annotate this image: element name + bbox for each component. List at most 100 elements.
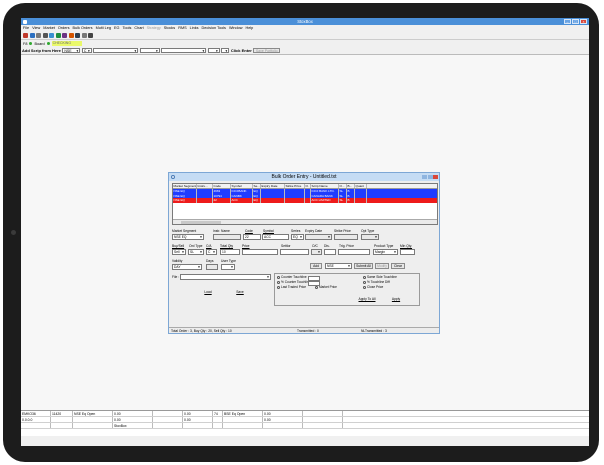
table-cell: ACC LIMITED — [311, 198, 339, 203]
modify-button[interactable]: Modify — [375, 263, 389, 269]
grid-column-header[interactable]: B... — [347, 184, 355, 188]
status-strip: F8 Board CHECKING — [21, 40, 589, 47]
radio-option[interactable]: Market Price — [315, 285, 337, 290]
ca-label: C/A — [206, 244, 212, 248]
file-select[interactable] — [180, 274, 271, 280]
radio-icon[interactable] — [277, 280, 280, 284]
total-qty-field[interactable]: 10 — [220, 249, 240, 255]
instr-name-label: Instr. Name — [213, 229, 230, 233]
copy-icon[interactable] — [49, 32, 54, 38]
user-type-select[interactable] — [221, 264, 235, 270]
ca-select[interactable]: C — [206, 249, 217, 255]
buy-sell-select[interactable]: Sell — [172, 249, 186, 255]
maximize-icon[interactable]: □ — [572, 19, 579, 24]
minimize-icon[interactable]: – — [564, 19, 571, 24]
board-label[interactable]: Board — [34, 42, 44, 46]
grid-column-header[interactable]: Expiry Date — [261, 184, 285, 188]
grid-column-header[interactable]: Symbol — [231, 184, 253, 188]
exchange-select[interactable]: NSE — [62, 47, 81, 54]
close-icon[interactable] — [88, 32, 93, 38]
days-field[interactable] — [206, 264, 218, 270]
grid-column-header[interactable]: Scrip Name — [311, 184, 339, 188]
add-scrip-label: Add Scrip from Here — [22, 48, 61, 53]
grid-icon[interactable] — [62, 32, 67, 38]
clear-button[interactable]: Clear — [391, 263, 405, 269]
open-icon[interactable] — [29, 32, 35, 38]
grid-column-header[interactable]: Quant — [355, 184, 367, 188]
f8-label[interactable]: F8 — [23, 42, 27, 46]
opt-type-select[interactable] — [361, 234, 379, 240]
add-button[interactable]: Add — [310, 263, 322, 269]
grid-column-header[interactable]: Code — [213, 184, 231, 188]
grid-column-header[interactable]: O... — [339, 184, 347, 188]
radio-icon[interactable] — [363, 285, 366, 289]
table-row[interactable]: NSE EQ 22 ACC EQ ACC LIMITED SL B — [173, 198, 437, 203]
settlor-exchange-select[interactable]: NSE — [325, 263, 352, 269]
scroll-thumb[interactable] — [181, 221, 221, 224]
radio-option[interactable]: Close Price — [363, 285, 397, 290]
new-icon[interactable] — [23, 32, 28, 38]
save-portfolio-button[interactable]: Save Portfolio — [253, 47, 281, 54]
ticker-cell — [73, 417, 113, 422]
radio-icon[interactable] — [277, 275, 280, 279]
segment-select[interactable]: C — [81, 47, 92, 54]
chart-icon[interactable] — [55, 32, 61, 38]
print-icon[interactable] — [42, 32, 48, 38]
code-field[interactable]: 22 — [243, 234, 261, 240]
ticker-cell — [153, 411, 183, 416]
price-field[interactable] — [242, 249, 278, 255]
min-qty-field[interactable] — [400, 249, 415, 255]
symbol-select[interactable] — [139, 47, 160, 54]
radio-icon[interactable] — [363, 280, 366, 284]
validity-select[interactable]: DAY — [172, 264, 202, 270]
grid-column-header[interactable]: Strike Price — [285, 184, 305, 188]
radio-icon[interactable] — [277, 285, 280, 289]
ticker-cell — [223, 417, 263, 422]
cross-icon[interactable] — [81, 32, 87, 38]
strike-price-field[interactable] — [334, 234, 358, 240]
submit-all-button[interactable]: Submit All — [354, 263, 373, 269]
expiry-date-select[interactable] — [305, 234, 332, 240]
save-button[interactable]: Save — [229, 290, 251, 296]
symbol-field[interactable]: ACC — [262, 234, 289, 240]
grid-hscrollbar[interactable] — [173, 219, 437, 224]
instrument-select[interactable] — [93, 47, 139, 54]
close-icon[interactable]: × — [580, 19, 587, 24]
apply-button[interactable]: Apply — [388, 297, 404, 303]
dis-field[interactable] — [324, 249, 336, 255]
market-segment-label: Market Segment — [172, 229, 197, 233]
series-select[interactable]: EQ — [291, 234, 304, 240]
product-type-label: Product Type — [374, 244, 394, 248]
dialog-maximize-icon[interactable] — [427, 174, 433, 179]
radio-option[interactable]: Last Traded Price — [277, 285, 310, 290]
apply-to-all-button[interactable]: Apply To All — [355, 297, 379, 303]
trg-price-field[interactable] — [338, 249, 370, 255]
option-select[interactable] — [221, 47, 230, 54]
toolbar — [21, 31, 589, 40]
radio-label: % Counter Touchline — [281, 280, 311, 284]
ticker-cell: 11420 — [51, 411, 73, 416]
save-icon[interactable] — [36, 32, 41, 38]
series-select[interactable] — [161, 47, 207, 54]
oc-label: O/C — [312, 244, 318, 248]
grid-column-header[interactable]: Instru... — [197, 184, 213, 188]
radio-icon[interactable] — [363, 275, 366, 279]
product-type-select[interactable]: Margin — [373, 249, 398, 255]
grid-column-header[interactable]: Market Segment — [173, 184, 197, 188]
dialog-minimize-icon[interactable] — [422, 174, 427, 179]
instr-name-field[interactable] — [213, 234, 241, 240]
grid-column-header[interactable]: Se... — [253, 184, 261, 188]
pct-counter-field[interactable] — [308, 281, 320, 286]
oc-select[interactable] — [311, 249, 322, 255]
load-button[interactable]: Load — [197, 290, 219, 296]
market-segment-select[interactable]: NSE EQ — [172, 234, 204, 240]
counter-touchline-field[interactable] — [308, 276, 320, 281]
settings-icon[interactable] — [75, 32, 80, 38]
expiry-select[interactable] — [207, 47, 220, 54]
settlor-field[interactable] — [280, 249, 309, 255]
color-icon[interactable] — [68, 32, 74, 38]
radio-icon[interactable] — [315, 285, 318, 289]
table-cell: SL — [339, 198, 347, 203]
ord-type-select[interactable]: SL — [188, 249, 204, 255]
dialog-close-icon[interactable] — [433, 174, 438, 179]
